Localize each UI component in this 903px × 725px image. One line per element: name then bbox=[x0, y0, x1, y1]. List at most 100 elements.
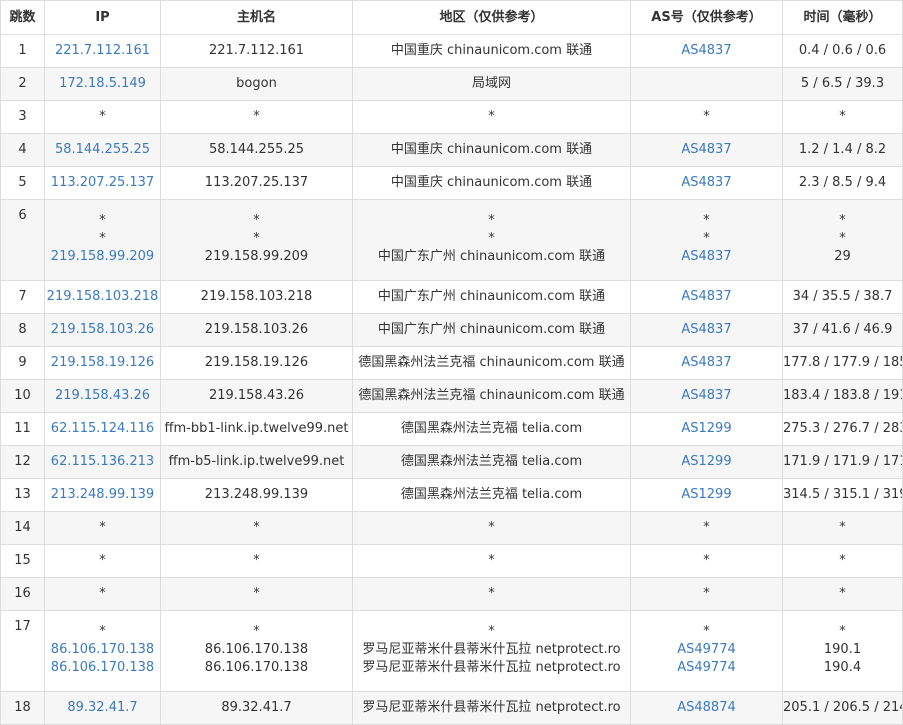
ip-link[interactable]: 219.158.103.218 bbox=[45, 288, 160, 306]
table-row: 15 * * * * * bbox=[0, 544, 903, 578]
ip-link[interactable]: 58.144.255.25 bbox=[45, 141, 160, 159]
ip-link[interactable]: 172.18.5.149 bbox=[45, 75, 160, 93]
time-text: 0.4 / 0.6 / 0.6 bbox=[798, 43, 887, 58]
ip-cell: * bbox=[44, 100, 161, 134]
as-number-link: * bbox=[703, 623, 710, 639]
region-text: * bbox=[488, 553, 495, 568]
ip-link: * bbox=[99, 623, 106, 639]
ip-cell: 58.144.255.25 bbox=[44, 133, 161, 167]
table-row: 6 * * 219.158.99.209 * * 219.158.99.209 * * 中国广东广… bbox=[0, 199, 903, 281]
region-text: * bbox=[488, 230, 495, 246]
ip-link[interactable]: 89.32.41.7 bbox=[45, 699, 160, 717]
hostname-text: 219.158.103.218 bbox=[200, 289, 313, 304]
region-cell: * * 中国广东广州 chinaunicom.com 联通 bbox=[352, 199, 631, 281]
region-text: 德国黑森州法兰克福 telia.com bbox=[400, 487, 583, 502]
hostname-text: 58.144.255.25 bbox=[208, 142, 305, 157]
ip-link: * bbox=[99, 109, 106, 124]
ip-link[interactable]: 86.106.170.138 bbox=[45, 659, 160, 677]
as-number-link[interactable]: AS4837 bbox=[631, 141, 782, 159]
header-row: 跳数 IP 主机名 地区（仅供参考） AS号（仅供参考） 时间（毫秒） bbox=[0, 0, 903, 35]
table-row: 13 213.248.99.139 213.248.99.139 德国黑森州法兰克福 … bbox=[0, 478, 903, 512]
as-number-link[interactable]: AS1299 bbox=[631, 486, 782, 504]
ip-cell: 62.115.136.213 bbox=[44, 445, 161, 479]
hostname-cell: 219.158.103.218 bbox=[160, 280, 353, 314]
as-number-link[interactable]: AS4837 bbox=[631, 248, 782, 266]
as-number-link[interactable]: AS49774 bbox=[631, 659, 782, 677]
region-text: 中国广东广州 chinaunicom.com 联通 bbox=[377, 322, 606, 337]
as-number-link[interactable]: AS48874 bbox=[631, 699, 782, 717]
time-cell: 0.4 / 0.6 / 0.6 bbox=[782, 34, 903, 68]
ip-cell: 219.158.103.26 bbox=[44, 313, 161, 347]
time-cell: 275.3 / 276.7 / 283.4 bbox=[782, 412, 903, 446]
as-number-link[interactable]: AS4837 bbox=[631, 174, 782, 192]
ip-link[interactable]: 219.158.19.126 bbox=[45, 354, 160, 372]
region-text: 罗马尼亚蒂米什县蒂米什瓦拉 netprotect.ro bbox=[362, 700, 621, 715]
time-text: * bbox=[839, 586, 846, 601]
as-number-link[interactable]: AS49774 bbox=[631, 641, 782, 659]
region-cell: 德国黑森州法兰克福 chinaunicom.com 联通 bbox=[352, 346, 631, 380]
table-body: 1 221.7.112.161 221.7.112.161 中国重庆 chinauni… bbox=[0, 34, 903, 725]
region-cell: 德国黑森州法兰克福 telia.com bbox=[352, 412, 631, 446]
time-text: * bbox=[839, 553, 846, 568]
as-number-cell: AS4837 bbox=[630, 34, 783, 68]
as-number-cell: AS1299 bbox=[630, 412, 783, 446]
ip-cell: 62.115.124.116 bbox=[44, 412, 161, 446]
table-row: 8 219.158.103.26 219.158.103.26 中国广东广州 chin… bbox=[0, 313, 903, 347]
as-number-cell: AS4837 bbox=[630, 280, 783, 314]
time-cell: * bbox=[782, 100, 903, 134]
ip-link[interactable]: 219.158.99.209 bbox=[45, 248, 160, 266]
ip-link[interactable]: 62.115.124.116 bbox=[45, 420, 160, 438]
ip-link[interactable]: 221.7.112.161 bbox=[45, 42, 160, 60]
ip-link[interactable]: 62.115.136.213 bbox=[45, 453, 160, 471]
ip-cell: 213.248.99.139 bbox=[44, 478, 161, 512]
ip-cell: * bbox=[44, 544, 161, 578]
region-cell: * bbox=[352, 577, 631, 611]
region-text: 德国黑森州法兰克福 chinaunicom.com 联通 bbox=[358, 388, 625, 403]
as-number-cell: AS4837 bbox=[630, 379, 783, 413]
time-text: 171.9 / 171.9 / 171.9 bbox=[783, 454, 902, 469]
as-number-link[interactable]: AS1299 bbox=[631, 420, 782, 438]
table-row: 11 62.115.124.116 ffm-bb1-link.ip.twelve99… bbox=[0, 412, 903, 446]
ip-link[interactable]: 219.158.103.26 bbox=[45, 321, 160, 339]
as-number-link[interactable]: AS1299 bbox=[631, 453, 782, 471]
region-cell: 局域网 bbox=[352, 67, 631, 101]
hostname-cell: 113.207.25.137 bbox=[160, 166, 353, 200]
ip-link[interactable]: 219.158.43.26 bbox=[45, 387, 160, 405]
as-number-link[interactable]: AS4837 bbox=[631, 387, 782, 405]
hop-cell: 7 bbox=[0, 280, 45, 314]
hostname-cell: * bbox=[160, 100, 353, 134]
ip-link[interactable]: 113.207.25.137 bbox=[45, 174, 160, 192]
as-number-link: * bbox=[703, 212, 710, 228]
time-text: 183.4 / 183.8 / 191.3 bbox=[783, 388, 902, 403]
time-text: 177.8 / 177.9 / 185.9 bbox=[783, 355, 902, 370]
ip-cell: 113.207.25.137 bbox=[44, 166, 161, 200]
as-number-link[interactable]: AS4837 bbox=[631, 354, 782, 372]
as-number-link: * bbox=[703, 520, 710, 535]
hop-cell: 17 bbox=[0, 610, 45, 692]
hostname-text: 221.7.112.161 bbox=[208, 43, 305, 58]
hostname-cell: 219.158.43.26 bbox=[160, 379, 353, 413]
table-row: 4 58.144.255.25 58.144.255.25 中国重庆 chinauni… bbox=[0, 133, 903, 167]
ip-cell: 89.32.41.7 bbox=[44, 691, 161, 725]
as-number-link[interactable]: AS4837 bbox=[631, 321, 782, 339]
as-number-link[interactable]: AS4837 bbox=[631, 42, 782, 60]
ip-cell: * 86.106.170.138 86.106.170.138 bbox=[44, 610, 161, 692]
as-number-cell bbox=[630, 67, 783, 101]
time-text: 29 bbox=[834, 248, 851, 264]
as-number-cell: AS4837 bbox=[630, 313, 783, 347]
table-row: 3 * * * * * bbox=[0, 100, 903, 134]
time-cell: 177.8 / 177.9 / 185.9 bbox=[782, 346, 903, 380]
as-number-link[interactable]: AS4837 bbox=[631, 288, 782, 306]
ip-link[interactable]: 213.248.99.139 bbox=[45, 486, 160, 504]
region-cell: 德国黑森州法兰克福 telia.com bbox=[352, 445, 631, 479]
table-row: 14 * * * * * bbox=[0, 511, 903, 545]
region-cell: 中国重庆 chinaunicom.com 联通 bbox=[352, 133, 631, 167]
time-cell: 1.2 / 1.4 / 8.2 bbox=[782, 133, 903, 167]
hop-cell: 12 bbox=[0, 445, 45, 479]
hostname-text: 219.158.99.209 bbox=[204, 248, 309, 264]
hostname-text: ffm-bb1-link.ip.twelve99.net bbox=[164, 421, 349, 436]
hop-cell: 5 bbox=[0, 166, 45, 200]
ip-link[interactable]: 86.106.170.138 bbox=[45, 641, 160, 659]
header-as-number: AS号（仅供参考） bbox=[630, 0, 783, 35]
ip-cell: * bbox=[44, 511, 161, 545]
